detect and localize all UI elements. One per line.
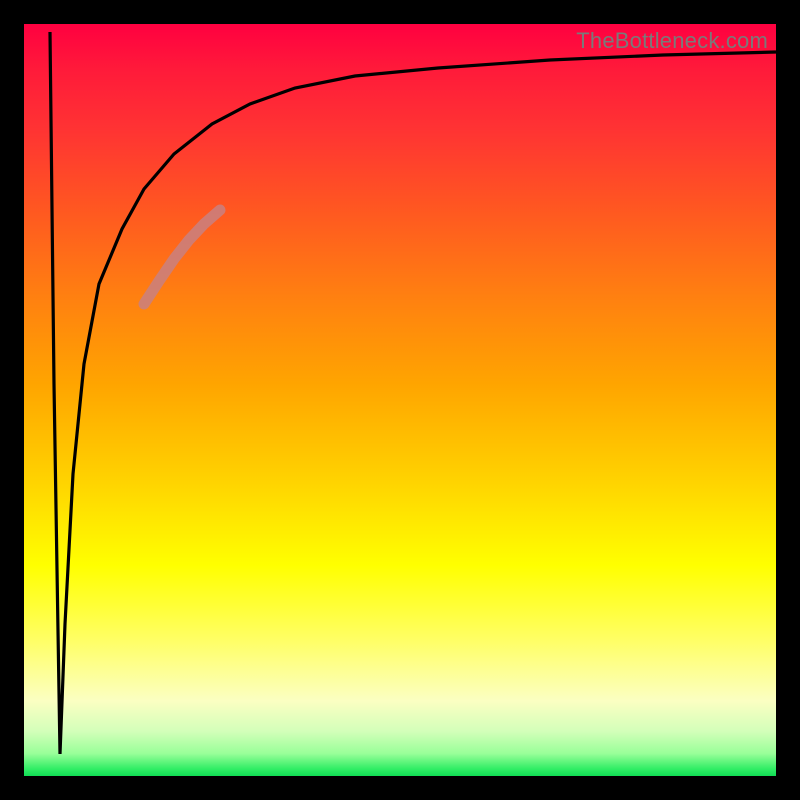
curve-layer [24,24,776,776]
chart-frame: TheBottleneck.com [0,0,800,800]
plot-area: TheBottleneck.com [24,24,776,776]
watermark-text: TheBottleneck.com [576,28,768,54]
main-curve [50,32,776,754]
highlight-segment [144,210,220,304]
